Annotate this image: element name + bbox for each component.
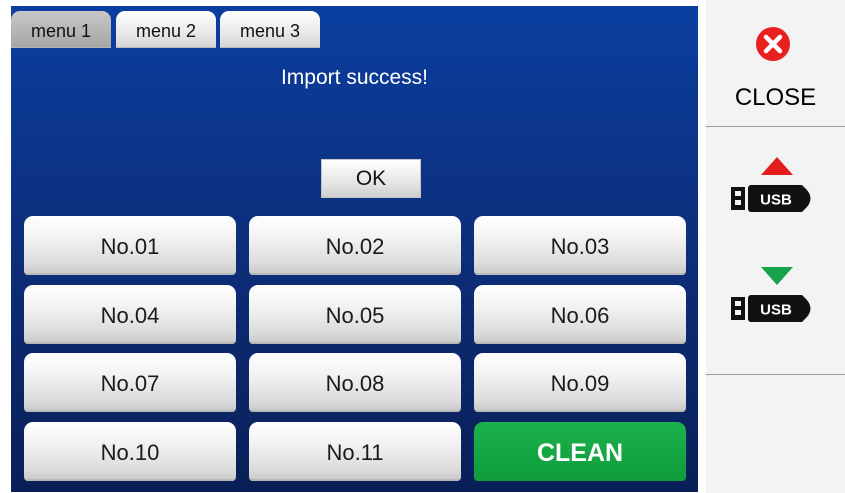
preset-button-07[interactable]: No.07 [24, 353, 236, 412]
tab-menu-3[interactable]: menu 3 [220, 11, 320, 48]
usb-label: USB [760, 192, 792, 209]
app-window: menu 1 menu 2 menu 3 Import success! OK … [0, 0, 845, 493]
preset-button-05[interactable]: No.05 [249, 285, 461, 344]
usb-export-button[interactable]: USB [706, 127, 845, 249]
preset-button-10[interactable]: No.10 [24, 422, 236, 481]
tab-menu-1[interactable]: menu 1 [11, 11, 111, 48]
preset-button-06[interactable]: No.06 [474, 285, 686, 344]
usb-drive-icon: USB [731, 185, 811, 212]
usb-import-button[interactable]: USB [706, 249, 845, 374]
usb-upload-icon: USB [731, 157, 823, 227]
download-arrow-icon [761, 267, 793, 285]
clean-button[interactable]: CLEAN [474, 422, 686, 481]
close-button[interactable]: CLOSE [706, 0, 845, 126]
main-panel: menu 1 menu 2 menu 3 Import success! OK … [11, 6, 698, 492]
preset-button-02[interactable]: No.02 [249, 216, 461, 275]
tab-menu-2[interactable]: menu 2 [116, 11, 216, 48]
preset-button-01[interactable]: No.01 [24, 216, 236, 275]
status-message: Import success! [280, 66, 429, 89]
usb-download-icon: USB [731, 267, 823, 337]
close-label: CLOSE [734, 84, 817, 111]
usb-drive-icon: USB [731, 295, 811, 322]
close-icon [756, 27, 790, 61]
ok-button[interactable]: OK [321, 159, 421, 198]
preset-button-11[interactable]: No.11 [249, 422, 461, 481]
preset-button-03[interactable]: No.03 [474, 216, 686, 275]
preset-button-09[interactable]: No.09 [474, 353, 686, 412]
usb-label: USB [760, 302, 792, 319]
preset-button-04[interactable]: No.04 [24, 285, 236, 344]
side-divider-bottom [706, 374, 845, 375]
preset-button-08[interactable]: No.08 [249, 353, 461, 412]
upload-arrow-icon [761, 157, 793, 175]
